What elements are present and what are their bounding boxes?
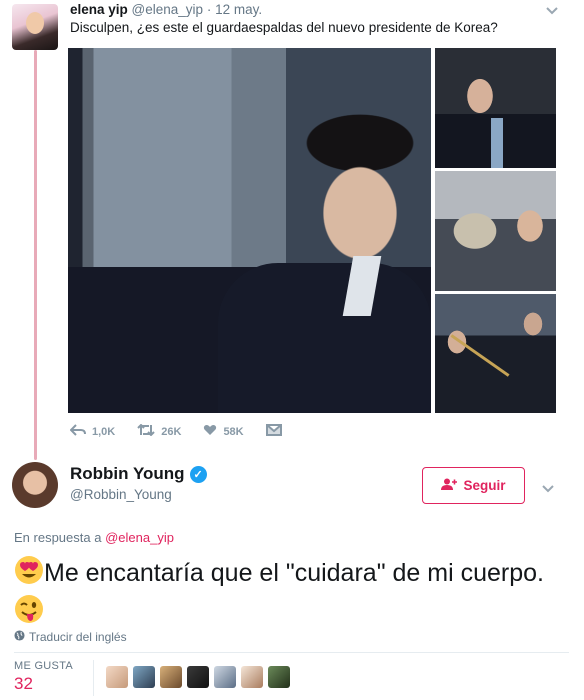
retweet-count: 26K bbox=[161, 425, 182, 438]
liker-avatar[interactable] bbox=[187, 666, 209, 688]
liker-avatar[interactable] bbox=[160, 666, 182, 688]
liker-avatar[interactable] bbox=[133, 666, 155, 688]
follow-button[interactable]: Seguir bbox=[422, 467, 525, 504]
avatar-robbin[interactable] bbox=[12, 462, 58, 508]
chevron-down-icon[interactable] bbox=[546, 2, 558, 18]
translate-link[interactable]: Traducir del inglés bbox=[14, 630, 127, 644]
reply-icon bbox=[69, 424, 92, 439]
media-photo-2[interactable] bbox=[435, 48, 556, 168]
likes-count[interactable]: 32 bbox=[14, 674, 33, 694]
chevron-down-icon[interactable] bbox=[542, 480, 554, 496]
thread-connector-line bbox=[34, 50, 37, 460]
tweet1-text: Disculpen, ¿es este el guardaespaldas de… bbox=[70, 20, 498, 35]
translate-label: Traducir del inglés bbox=[29, 630, 127, 644]
winking-tongue-emoji-icon bbox=[14, 594, 44, 633]
media-photo-main[interactable] bbox=[68, 48, 431, 413]
media-photo-4[interactable] bbox=[435, 294, 556, 413]
globe-icon bbox=[14, 630, 29, 644]
retweet-icon bbox=[137, 423, 161, 439]
stats-vertical-divider bbox=[93, 660, 94, 696]
reply-button[interactable]: 1,0K bbox=[69, 424, 116, 439]
likers-avatars bbox=[106, 666, 295, 688]
liker-avatar[interactable] bbox=[106, 666, 128, 688]
media-photo-3[interactable] bbox=[435, 171, 556, 291]
follow-button-label: Seguir bbox=[463, 478, 506, 493]
tweet1-display-name[interactable]: elena yip bbox=[70, 2, 128, 17]
reply-context: En respuesta a @elena_yip bbox=[14, 530, 174, 545]
add-user-icon bbox=[441, 478, 463, 493]
heart-eyes-emoji-icon bbox=[14, 555, 44, 594]
liker-avatar[interactable] bbox=[214, 666, 236, 688]
direct-message-button[interactable] bbox=[265, 424, 288, 439]
tweet2-name-row: Robbin Young ✓ bbox=[70, 464, 207, 484]
tweet2-text-block: Me encantaría que el "cuidara" de mi cue… bbox=[14, 555, 569, 633]
retweet-button[interactable]: 26K bbox=[137, 423, 182, 439]
tweet1-separator: · bbox=[206, 2, 212, 17]
tweet1-action-bar: 1,0K 26K 58K bbox=[69, 423, 310, 439]
likes-label: ME GUSTA bbox=[14, 660, 74, 672]
tweet1-media-grid[interactable] bbox=[68, 48, 556, 413]
stats-divider bbox=[14, 652, 569, 653]
tweet1-handle[interactable]: @elena_yip bbox=[132, 2, 204, 17]
verified-badge-icon: ✓ bbox=[189, 465, 207, 483]
tweet2-handle[interactable]: @Robbin_Young bbox=[70, 487, 172, 502]
avatar-elena[interactable] bbox=[12, 4, 58, 50]
tweet1-date[interactable]: 12 may. bbox=[215, 2, 262, 17]
reply-to-link[interactable]: @elena_yip bbox=[105, 530, 174, 545]
liker-avatar[interactable] bbox=[268, 666, 290, 688]
reply-count: 1,0K bbox=[92, 425, 116, 438]
liker-avatar[interactable] bbox=[241, 666, 263, 688]
tweet2-display-name[interactable]: Robbin Young bbox=[70, 464, 185, 484]
like-button[interactable]: 58K bbox=[203, 424, 244, 439]
tweet1-header: elena yip @elena_yip · 12 may. bbox=[70, 2, 262, 17]
direct-message-icon bbox=[265, 424, 288, 439]
like-count: 58K bbox=[223, 425, 244, 438]
tweet2-text: Me encantaría que el "cuidara" de mi cue… bbox=[44, 559, 544, 587]
reply-prefix: En respuesta a bbox=[14, 530, 102, 545]
heart-icon bbox=[203, 424, 223, 439]
